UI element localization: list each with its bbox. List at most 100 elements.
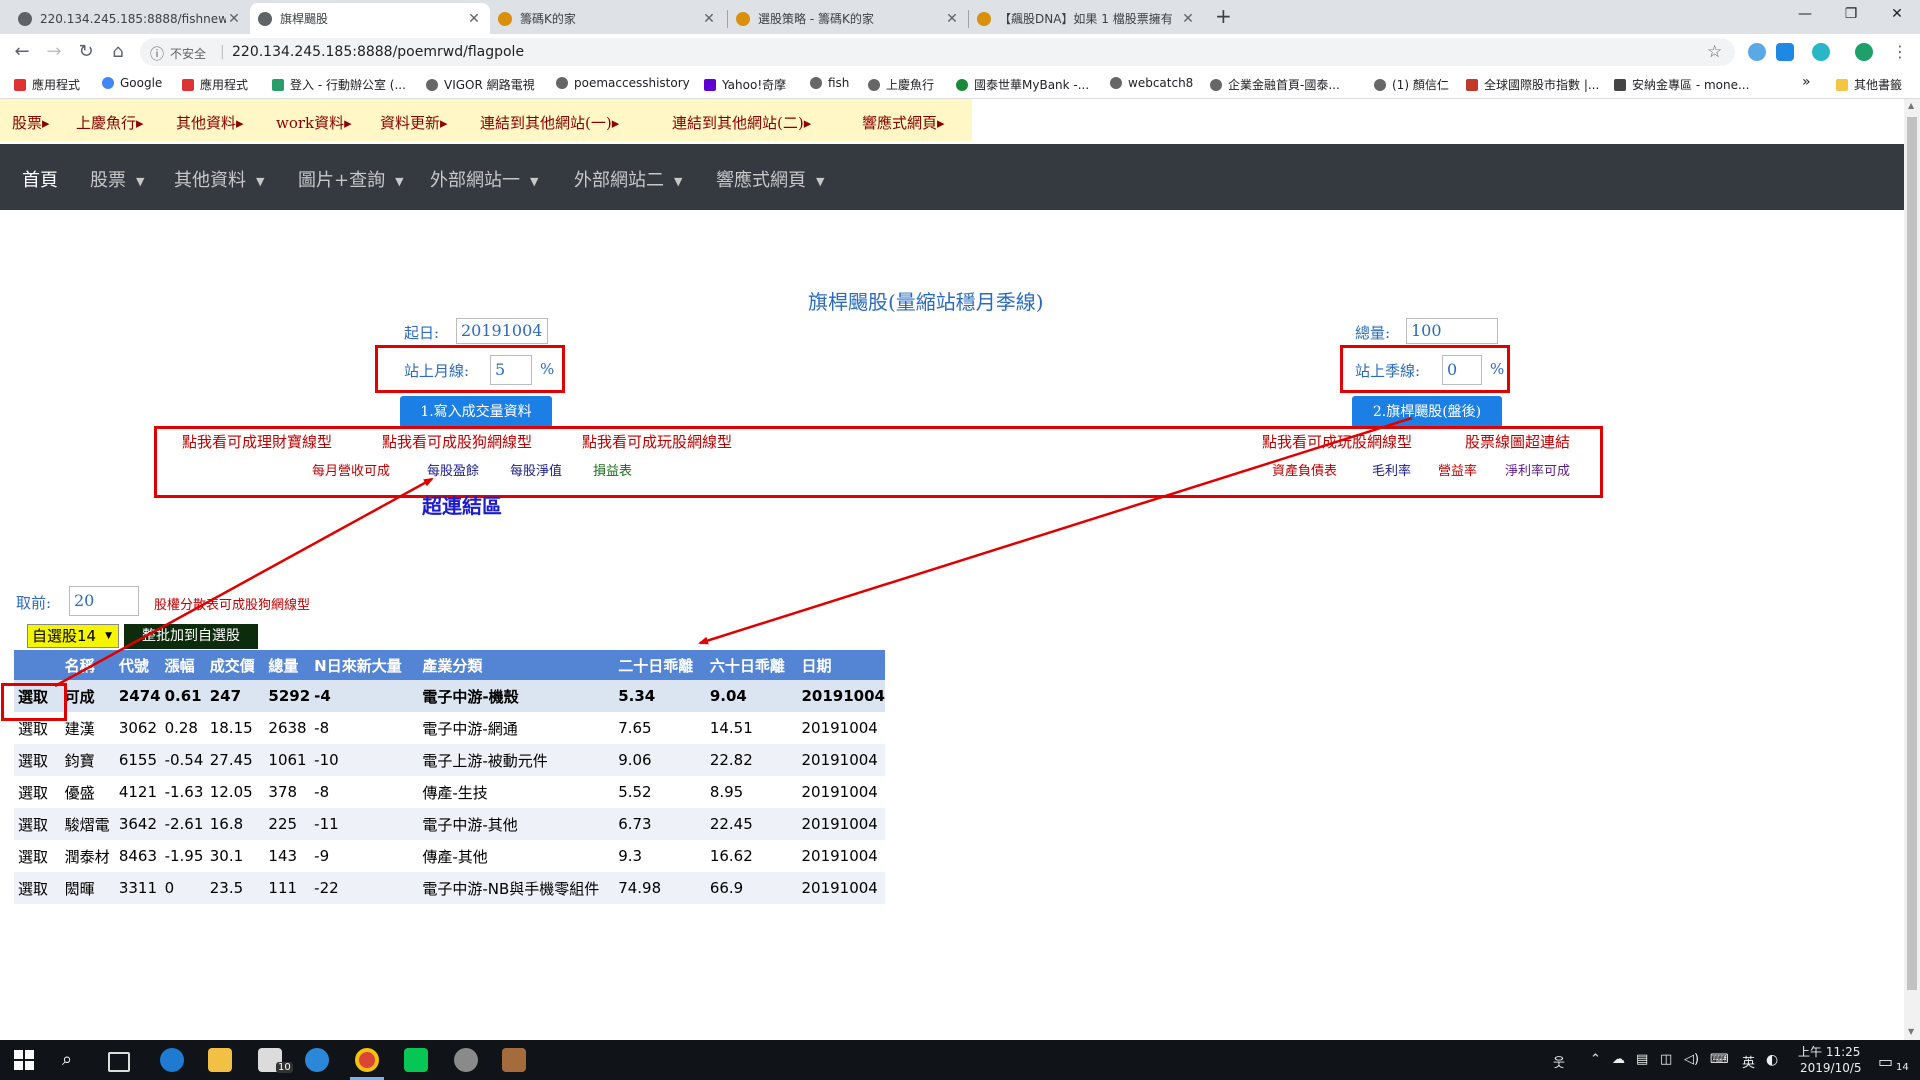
nav-home[interactable]: 首頁 — [22, 166, 58, 192]
menu-item-work-data[interactable]: work資料▸ — [276, 112, 352, 133]
start-date-input[interactable]: 20191004 — [456, 318, 548, 344]
bookmark[interactable]: webcatch8 — [1110, 76, 1193, 90]
take-input[interactable]: 20 — [69, 586, 139, 616]
avatar[interactable] — [1855, 43, 1873, 61]
nav-stocks[interactable]: 股票 ▼ — [90, 166, 144, 192]
cloud-extension-icon[interactable] — [1748, 43, 1766, 61]
reload-icon[interactable]: ↻ — [74, 40, 98, 64]
network-icon[interactable]: ▤ — [1636, 1052, 1648, 1067]
home-icon[interactable]: ⌂ — [106, 40, 130, 64]
bookmark[interactable]: 上慶魚行 — [868, 76, 934, 93]
flagpole-button[interactable]: 2.旗桿颺股(盤後) — [1352, 396, 1502, 428]
close-icon[interactable]: ✕ — [226, 11, 242, 27]
bookmark[interactable]: 國泰世華MyBank -... — [956, 76, 1089, 93]
link-balance-sheet[interactable]: 資產負債表 — [1272, 460, 1337, 479]
batch-add-button[interactable]: 整批加到自選股 — [124, 624, 258, 649]
restore-icon[interactable]: ❐ — [1828, 0, 1874, 30]
scroll-up-icon[interactable]: ▲ — [1908, 101, 1914, 110]
bookmark[interactable]: 安納金專區 - mone... — [1614, 76, 1749, 93]
quarter-line-input[interactable]: 0 — [1442, 355, 1482, 385]
close-icon[interactable]: ✕ — [466, 11, 482, 27]
close-icon[interactable]: ✕ — [944, 11, 960, 27]
notification-icon[interactable]: ▭ — [1878, 1052, 1893, 1071]
minimize-icon[interactable]: — — [1782, 0, 1828, 30]
keyboard-icon[interactable]: ⌨ — [1710, 1052, 1729, 1067]
month-line-input[interactable]: 5 — [490, 355, 532, 385]
cell-select-link[interactable]: 選取 — [14, 840, 61, 872]
clock-date[interactable]: 2019/10/5 — [1800, 1061, 1862, 1075]
menu-item-stocks[interactable]: 股票▸ — [12, 112, 50, 133]
tab-dna[interactable]: 【飆股DNA】如果 1 檔股票擁有 ✕ — [969, 3, 1204, 34]
new-tab-button[interactable]: + — [1215, 4, 1232, 28]
bookmark[interactable]: 登入 - 行動辦公室 (... — [272, 76, 406, 93]
link-net-margin[interactable]: 淨利率可成 — [1505, 460, 1570, 479]
ie-icon[interactable] — [305, 1048, 329, 1072]
search-icon[interactable]: ⌕ — [62, 1049, 72, 1070]
cloud-icon[interactable]: ☁ — [1612, 1052, 1625, 1067]
cell-select-link[interactable]: 選取 — [14, 808, 61, 840]
col-header-volume[interactable]: 總量 — [264, 650, 311, 680]
bookmark[interactable]: VIGOR 網路電視 — [426, 76, 535, 93]
nav-external-one[interactable]: 外部網站一 ▼ — [430, 166, 538, 192]
scroll-down-icon[interactable]: ▼ — [1908, 1027, 1914, 1036]
col-header-price[interactable]: 成交價 — [205, 650, 265, 680]
line-icon[interactable] — [404, 1048, 428, 1072]
window-close-icon[interactable]: ✕ — [1874, 0, 1920, 30]
bookmark[interactable]: 應用程式 — [182, 76, 248, 93]
link-nav-per-share[interactable]: 每股淨值 — [510, 460, 562, 479]
bookmark[interactable]: Yahoo!奇摩 — [704, 76, 786, 93]
folder-icon[interactable] — [208, 1048, 232, 1072]
col-header-new-high-volume[interactable]: N日來新大量 — [310, 650, 419, 680]
close-icon[interactable]: ✕ — [1180, 11, 1196, 27]
app-icon[interactable] — [454, 1048, 478, 1072]
link-stock-chart[interactable]: 股票線圖超連結 — [1465, 431, 1570, 452]
bookmark[interactable]: 應用程式 — [14, 76, 80, 93]
scrollbar[interactable]: ▲ ▼ — [1904, 99, 1920, 1040]
bookmark[interactable]: Google — [102, 76, 162, 90]
menu-item-data-update[interactable]: 資料更新▸ — [380, 112, 448, 133]
bookmark[interactable]: 企業金融首頁-國泰... — [1210, 76, 1340, 93]
bookmark[interactable]: fish — [810, 76, 849, 90]
nav-images-query[interactable]: 圖片+查詢 ▼ — [298, 166, 404, 192]
menu-item-responsive[interactable]: 響應式網頁▸ — [862, 112, 945, 133]
link-income-statement[interactable]: 損益表 — [593, 460, 632, 479]
s-extension-icon[interactable] — [1776, 43, 1794, 61]
app-icon[interactable] — [502, 1048, 526, 1072]
cell-select-link[interactable]: 選取 — [14, 776, 61, 808]
tab-chip-k[interactable]: 籌碼K的家 ✕ — [490, 3, 725, 34]
write-volume-button[interactable]: 1.寫入成交量資料 — [400, 396, 552, 428]
forward-icon[interactable]: → — [42, 40, 66, 64]
nav-other-data[interactable]: 其他資料 ▼ — [174, 166, 264, 192]
menu-item-links-two[interactable]: 連結到其他網站(二)▸ — [672, 112, 811, 133]
ime-mode-icon[interactable]: ◐ — [1766, 1052, 1778, 1068]
edge-icon[interactable] — [160, 1048, 184, 1072]
link-operating-margin[interactable]: 營益率 — [1438, 460, 1477, 479]
bookmark[interactable]: poemaccesshistory — [556, 76, 690, 90]
close-icon[interactable]: ✕ — [701, 11, 717, 27]
app-tray-icon[interactable]: ◫ — [1660, 1052, 1672, 1067]
menu-item-fish-shop[interactable]: 上慶魚行▸ — [76, 112, 144, 133]
clock-time[interactable]: 上午 11:25 — [1798, 1043, 1860, 1060]
col-header-60d-deviation[interactable]: 六十日乖離 — [705, 650, 798, 680]
col-header-date[interactable]: 日期 — [797, 650, 885, 680]
address-bar[interactable]: ⓘ 不安全 | 220.134.245.185:8888/poemrwd/fla… — [140, 38, 1735, 66]
person-icon[interactable]: 웃 — [1553, 1052, 1565, 1071]
volume-icon[interactable]: ◁) — [1684, 1052, 1699, 1067]
cell-select-link[interactable]: 選取 — [14, 872, 61, 904]
col-header-industry[interactable]: 產業分類 — [418, 650, 615, 680]
tab-fishnew[interactable]: 220.134.245.185:8888/fishnew ✕ — [10, 3, 250, 34]
link-wangu-chart-right[interactable]: 點我看可成玩股網線型 — [1262, 431, 1412, 452]
link-gugou-chart[interactable]: 點我看可成股狗網線型 — [382, 431, 532, 452]
ime-indicator[interactable]: 英 — [1742, 1052, 1755, 1071]
link-licaibao-chart[interactable]: 點我看可成理財寶線型 — [182, 431, 332, 452]
tab-strategy[interactable]: 選股策略 - 籌碼K的家 ✕ — [728, 3, 968, 34]
star-icon[interactable]: ☆ — [1707, 42, 1722, 62]
info-icon[interactable]: ⓘ — [150, 44, 164, 64]
volume-input[interactable]: 100 — [1406, 318, 1498, 344]
back-icon[interactable]: ← — [10, 40, 34, 64]
gear-extension-icon[interactable] — [1812, 43, 1830, 61]
chevron-up-icon[interactable]: ⌃ — [1590, 1052, 1601, 1067]
nav-responsive[interactable]: 響應式網頁 ▼ — [716, 166, 824, 192]
chrome-icon[interactable] — [355, 1048, 379, 1072]
url-text[interactable]: 220.134.245.185:8888/poemrwd/flagpole — [232, 44, 524, 60]
